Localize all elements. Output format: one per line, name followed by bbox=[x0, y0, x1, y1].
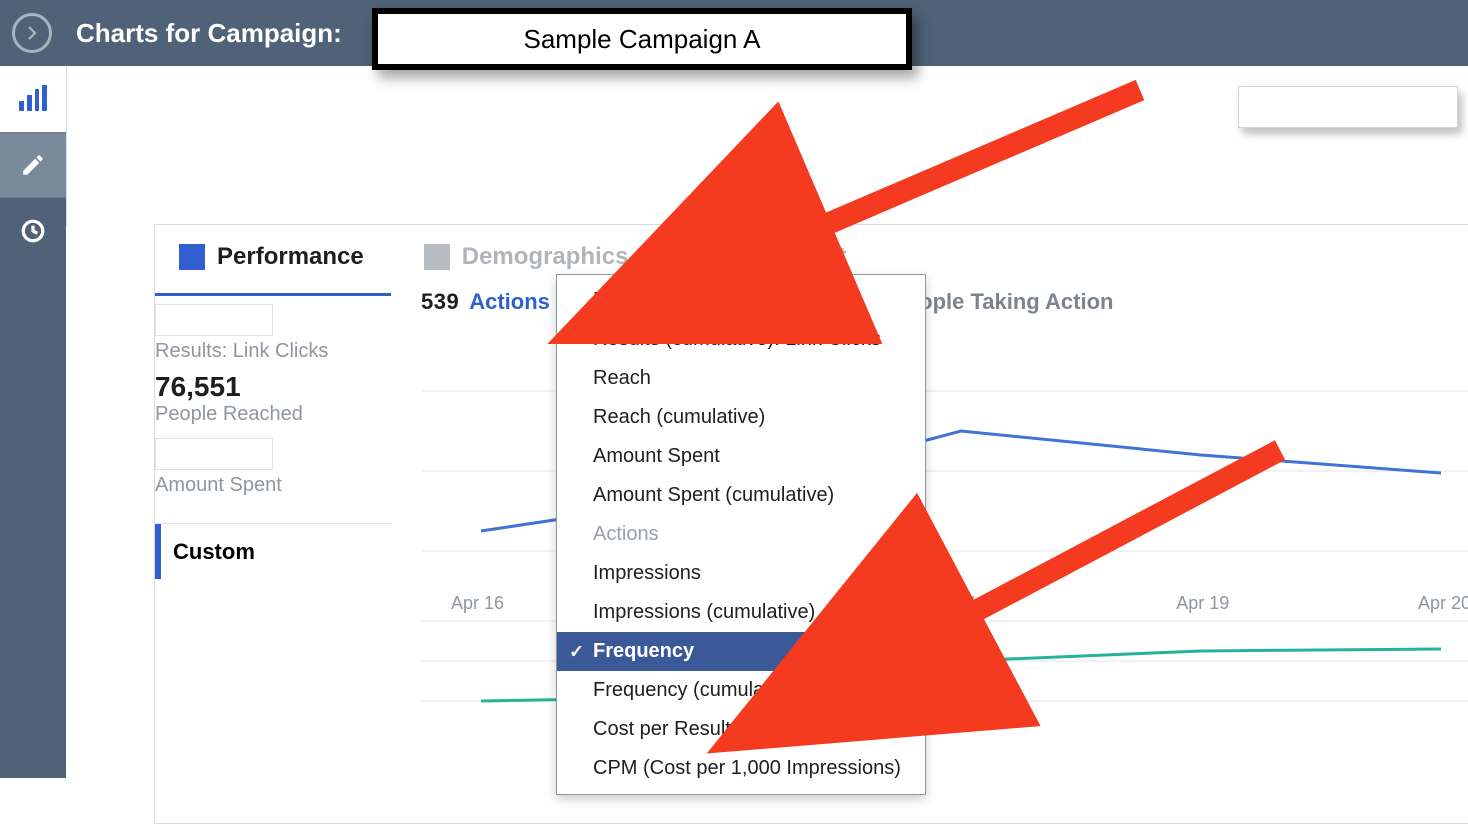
amount-spent-caption: Amount Spent bbox=[155, 474, 391, 497]
bar-chart-icon bbox=[19, 87, 47, 111]
tab-demographics[interactable]: Demographics bbox=[424, 243, 629, 271]
rail-charts[interactable] bbox=[0, 66, 66, 132]
dropdown-item[interactable]: Frequency bbox=[557, 632, 925, 671]
metric-value: 539 bbox=[421, 289, 459, 315]
dropdown-item[interactable]: Reach (cumulative) bbox=[557, 398, 925, 437]
date-range-box[interactable] bbox=[1238, 86, 1458, 128]
performance-tab-icon bbox=[179, 244, 205, 270]
sidebar: Results: Link Clicks 76,551 People Reach… bbox=[155, 271, 391, 791]
page-title: Charts for Campaign: bbox=[76, 18, 342, 49]
dropdown-item[interactable]: Amount Spent bbox=[557, 437, 925, 476]
campaign-name-callout: Sample Campaign A bbox=[372, 8, 912, 70]
people-reached-value: 76,551 bbox=[155, 371, 391, 403]
metric-label: Actions bbox=[469, 289, 550, 315]
results-caption: Results: Link Clicks bbox=[155, 340, 391, 363]
left-rail bbox=[0, 66, 66, 778]
dropdown-item[interactable]: Cost per Result bbox=[557, 710, 925, 749]
selected-indicator bbox=[155, 524, 161, 579]
tab-label: Demographics bbox=[462, 243, 629, 271]
metric-actions-dropdown[interactable]: 539 Actions bbox=[421, 289, 574, 315]
dropdown-item: Actions bbox=[557, 515, 925, 554]
dropdown-item[interactable]: Impressions (cumulative) bbox=[557, 593, 925, 632]
tab-label: Performance bbox=[217, 243, 364, 271]
tab-performance[interactable]: Performance bbox=[179, 243, 364, 271]
dropdown-item[interactable]: Results: Link Clicks bbox=[557, 281, 925, 320]
people-reached-caption: People Reached bbox=[155, 403, 391, 426]
dropdown-item[interactable]: Impressions bbox=[557, 554, 925, 593]
rail-history[interactable] bbox=[0, 198, 66, 264]
back-circle-button[interactable] bbox=[12, 13, 52, 53]
divider bbox=[66, 66, 67, 226]
dropdown-item[interactable]: Frequency (cumulative) bbox=[557, 671, 925, 710]
demographics-tab-icon bbox=[424, 244, 450, 270]
dropdown-item[interactable]: CPM (Cost per 1,000 Impressions) bbox=[557, 749, 925, 788]
spent-value-box bbox=[155, 438, 273, 470]
sidebar-item-custom[interactable]: Custom bbox=[155, 523, 391, 579]
sidebar-item-label: Custom bbox=[173, 539, 255, 565]
dropdown-item[interactable]: Reach bbox=[557, 359, 925, 398]
annotation-arrow-top bbox=[760, 80, 1160, 285]
pencil-icon bbox=[20, 152, 46, 178]
rail-edit[interactable] bbox=[0, 132, 66, 198]
clock-icon bbox=[20, 218, 46, 244]
active-tab-underline bbox=[155, 293, 391, 296]
dropdown-item[interactable]: Results (cumulative): Link Clicks bbox=[557, 320, 925, 359]
topbar: Charts for Campaign: Sample Campaign A bbox=[0, 0, 1468, 66]
dropdown-item[interactable]: Amount Spent (cumulative) bbox=[557, 476, 925, 515]
metric-dropdown[interactable]: Results: Link ClicksResults (cumulative)… bbox=[556, 274, 926, 795]
placement-tab-icon bbox=[688, 244, 714, 270]
annotation-arrow-bottom bbox=[910, 440, 1310, 665]
results-value-box bbox=[155, 304, 273, 336]
chevron-right-icon bbox=[23, 24, 41, 42]
